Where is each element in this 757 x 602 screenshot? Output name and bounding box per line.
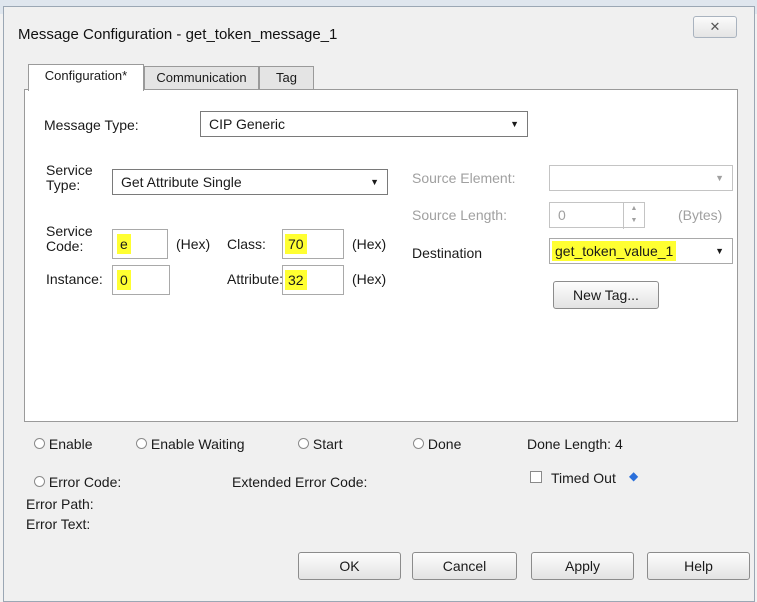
apply-button[interactable]: Apply <box>531 552 634 580</box>
source-element-select[interactable]: ▼ <box>549 165 733 191</box>
class-field[interactable]: 70 <box>282 229 344 259</box>
enable-radio-icon <box>34 438 45 449</box>
message-type-value: CIP Generic <box>209 116 285 132</box>
chevron-down-icon: ▼ <box>510 119 519 129</box>
attribute-label: Attribute: <box>227 271 284 287</box>
done-status: Done <box>413 436 461 452</box>
error-path-label: Error Path: <box>26 496 94 512</box>
tab-communication[interactable]: Communication <box>144 66 259 90</box>
attribute-hex-label: (Hex) <box>352 271 387 287</box>
enable-waiting-status: Enable Waiting <box>136 436 245 452</box>
message-type-select[interactable]: CIP Generic ▼ <box>200 111 528 137</box>
instance-value: 0 <box>117 270 131 290</box>
tab-configuration[interactable]: Configuration* <box>28 64 144 91</box>
done-length: Done Length: 4 <box>527 436 623 452</box>
cancel-button[interactable]: Cancel <box>412 552 517 580</box>
message-type-label: Message Type: <box>44 117 139 133</box>
source-element-label: Source Element: <box>412 170 516 186</box>
enable-label: Enable <box>48 436 93 452</box>
destination-select[interactable]: get_token_value_1 ▼ <box>549 238 733 264</box>
ok-button[interactable]: OK <box>298 552 401 580</box>
service-type-label: Service Type: <box>46 162 93 193</box>
attribute-field[interactable]: 32 <box>282 265 344 295</box>
enable-waiting-radio-icon <box>136 438 147 449</box>
service-code-field[interactable]: e <box>112 229 168 259</box>
done-label: Done <box>427 436 462 452</box>
error-code-radio-icon <box>34 476 45 487</box>
chevron-down-icon: ▼ <box>715 246 724 256</box>
arrow-marker-icon: ◆ <box>629 469 639 483</box>
chevron-down-icon: ▼ <box>715 173 724 183</box>
source-length-label: Source Length: <box>412 207 507 223</box>
source-length-value: 0 <box>558 207 566 223</box>
close-icon: ✕ <box>709 19 721 34</box>
close-button[interactable]: ✕ <box>693 16 737 38</box>
class-hex-label: (Hex) <box>352 236 387 252</box>
tab-tag[interactable]: Tag <box>259 66 314 90</box>
start-label: Start <box>312 436 343 452</box>
class-label: Class: <box>227 236 266 252</box>
bytes-label: (Bytes) <box>678 207 723 223</box>
class-value: 70 <box>285 234 307 254</box>
instance-label: Instance: <box>46 271 103 287</box>
extended-error-code-label: Extended Error Code: <box>232 474 368 490</box>
destination-value: get_token_value_1 <box>552 241 677 261</box>
source-length-field[interactable]: 0 ▲ ▼ <box>549 202 645 229</box>
error-text-label: Error Text: <box>26 516 91 532</box>
service-code-label: Service Code: <box>46 223 93 254</box>
new-tag-button[interactable]: New Tag... <box>553 281 659 309</box>
spin-arrows-icon[interactable]: ▲ ▼ <box>623 203 644 229</box>
instance-field[interactable]: 0 <box>112 265 170 295</box>
start-radio-icon <box>298 438 309 449</box>
enable-waiting-label: Enable Waiting <box>150 436 245 452</box>
attribute-value: 32 <box>285 270 307 290</box>
destination-label: Destination <box>412 245 483 261</box>
enable-status: Enable <box>34 436 92 452</box>
start-status: Start <box>298 436 342 452</box>
service-type-value: Get Attribute Single <box>121 174 242 190</box>
timed-out-checkbox[interactable] <box>530 471 542 483</box>
service-code-value: e <box>117 234 131 254</box>
service-type-select[interactable]: Get Attribute Single ▼ <box>112 169 388 195</box>
service-code-hex-label: (Hex) <box>176 236 211 252</box>
error-code-status: Error Code: <box>34 474 121 490</box>
timed-out-label: Timed Out <box>551 470 616 486</box>
chevron-down-icon: ▼ <box>370 177 379 187</box>
help-button[interactable]: Help <box>647 552 750 580</box>
error-code-label: Error Code: <box>48 474 122 490</box>
window-title: Message Configuration - get_token_messag… <box>18 26 338 43</box>
done-radio-icon <box>413 438 424 449</box>
